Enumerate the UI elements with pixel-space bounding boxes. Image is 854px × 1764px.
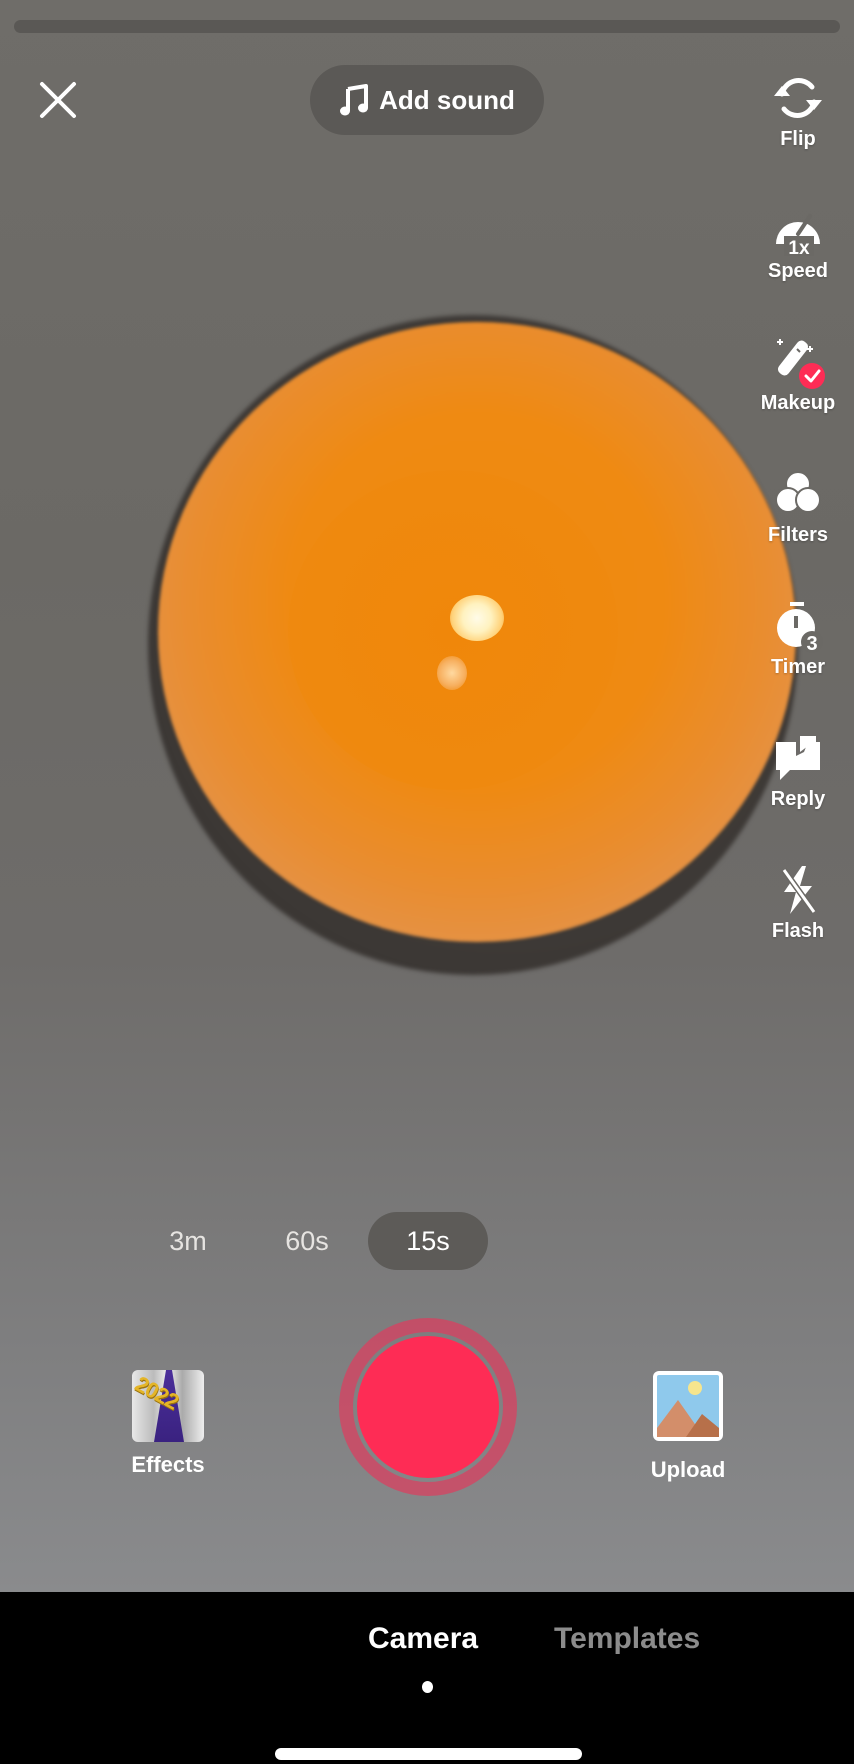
flash-off-icon xyxy=(781,866,817,914)
flip-button[interactable]: Flip xyxy=(742,70,854,151)
speed-button[interactable]: 1x Speed xyxy=(742,202,854,283)
duration-60s[interactable]: 60s xyxy=(266,1212,348,1270)
home-indicator[interactable] xyxy=(275,1748,582,1760)
record-button[interactable] xyxy=(357,1336,499,1478)
effects-button[interactable]: 2022 Effects xyxy=(118,1370,218,1478)
speed-gauge-icon: 1x xyxy=(776,214,820,258)
upload-button[interactable]: Upload xyxy=(640,1370,736,1483)
add-sound-label: Add sound xyxy=(379,84,515,115)
duration-15s[interactable]: 15s xyxy=(368,1212,488,1270)
makeup-button[interactable]: Makeup xyxy=(742,334,854,415)
speed-label: Speed xyxy=(767,260,829,282)
camera-viewfinder: Add sound Flip 1x Speed Makeup Filters 3… xyxy=(0,0,854,1592)
close-icon xyxy=(40,82,76,118)
reply-icon xyxy=(776,736,820,780)
flash-label: Flash xyxy=(771,920,825,942)
filters-button[interactable]: Filters xyxy=(742,466,854,547)
timer-button[interactable]: 3 Timer xyxy=(742,598,854,679)
makeup-wand-icon xyxy=(777,339,825,389)
duration-selector: 3m 60s 15s xyxy=(0,1212,854,1270)
speed-badge: 1x xyxy=(788,238,810,258)
flip-camera-icon xyxy=(774,78,822,118)
reply-label: Reply xyxy=(770,788,826,810)
duration-3m[interactable]: 3m xyxy=(148,1212,228,1270)
flip-label: Flip xyxy=(780,128,816,150)
add-sound-button[interactable]: Add sound xyxy=(310,65,544,135)
close-button[interactable] xyxy=(34,76,82,124)
timer-icon: 3 xyxy=(777,602,823,654)
music-note-icon xyxy=(340,84,369,116)
tab-camera[interactable]: Camera xyxy=(368,1622,478,1656)
selected-tab-indicator xyxy=(422,1681,433,1693)
timer-badge: 3 xyxy=(806,633,817,654)
reply-button[interactable]: Reply xyxy=(742,730,854,811)
recording-progress-bar xyxy=(14,20,840,33)
upload-label: Upload xyxy=(650,1457,726,1482)
filters-icon xyxy=(775,471,821,513)
filters-label: Filters xyxy=(767,524,829,546)
gallery-image-icon xyxy=(653,1371,723,1441)
timer-label: Timer xyxy=(770,656,826,678)
makeup-label: Makeup xyxy=(760,392,836,414)
flash-button[interactable]: Flash xyxy=(742,862,854,943)
mode-tab-bar: Camera Templates xyxy=(0,1592,854,1764)
tab-templates[interactable]: Templates xyxy=(554,1622,700,1656)
effects-label: Effects xyxy=(131,1452,205,1477)
effects-thumbnail: 2022 xyxy=(132,1370,204,1442)
